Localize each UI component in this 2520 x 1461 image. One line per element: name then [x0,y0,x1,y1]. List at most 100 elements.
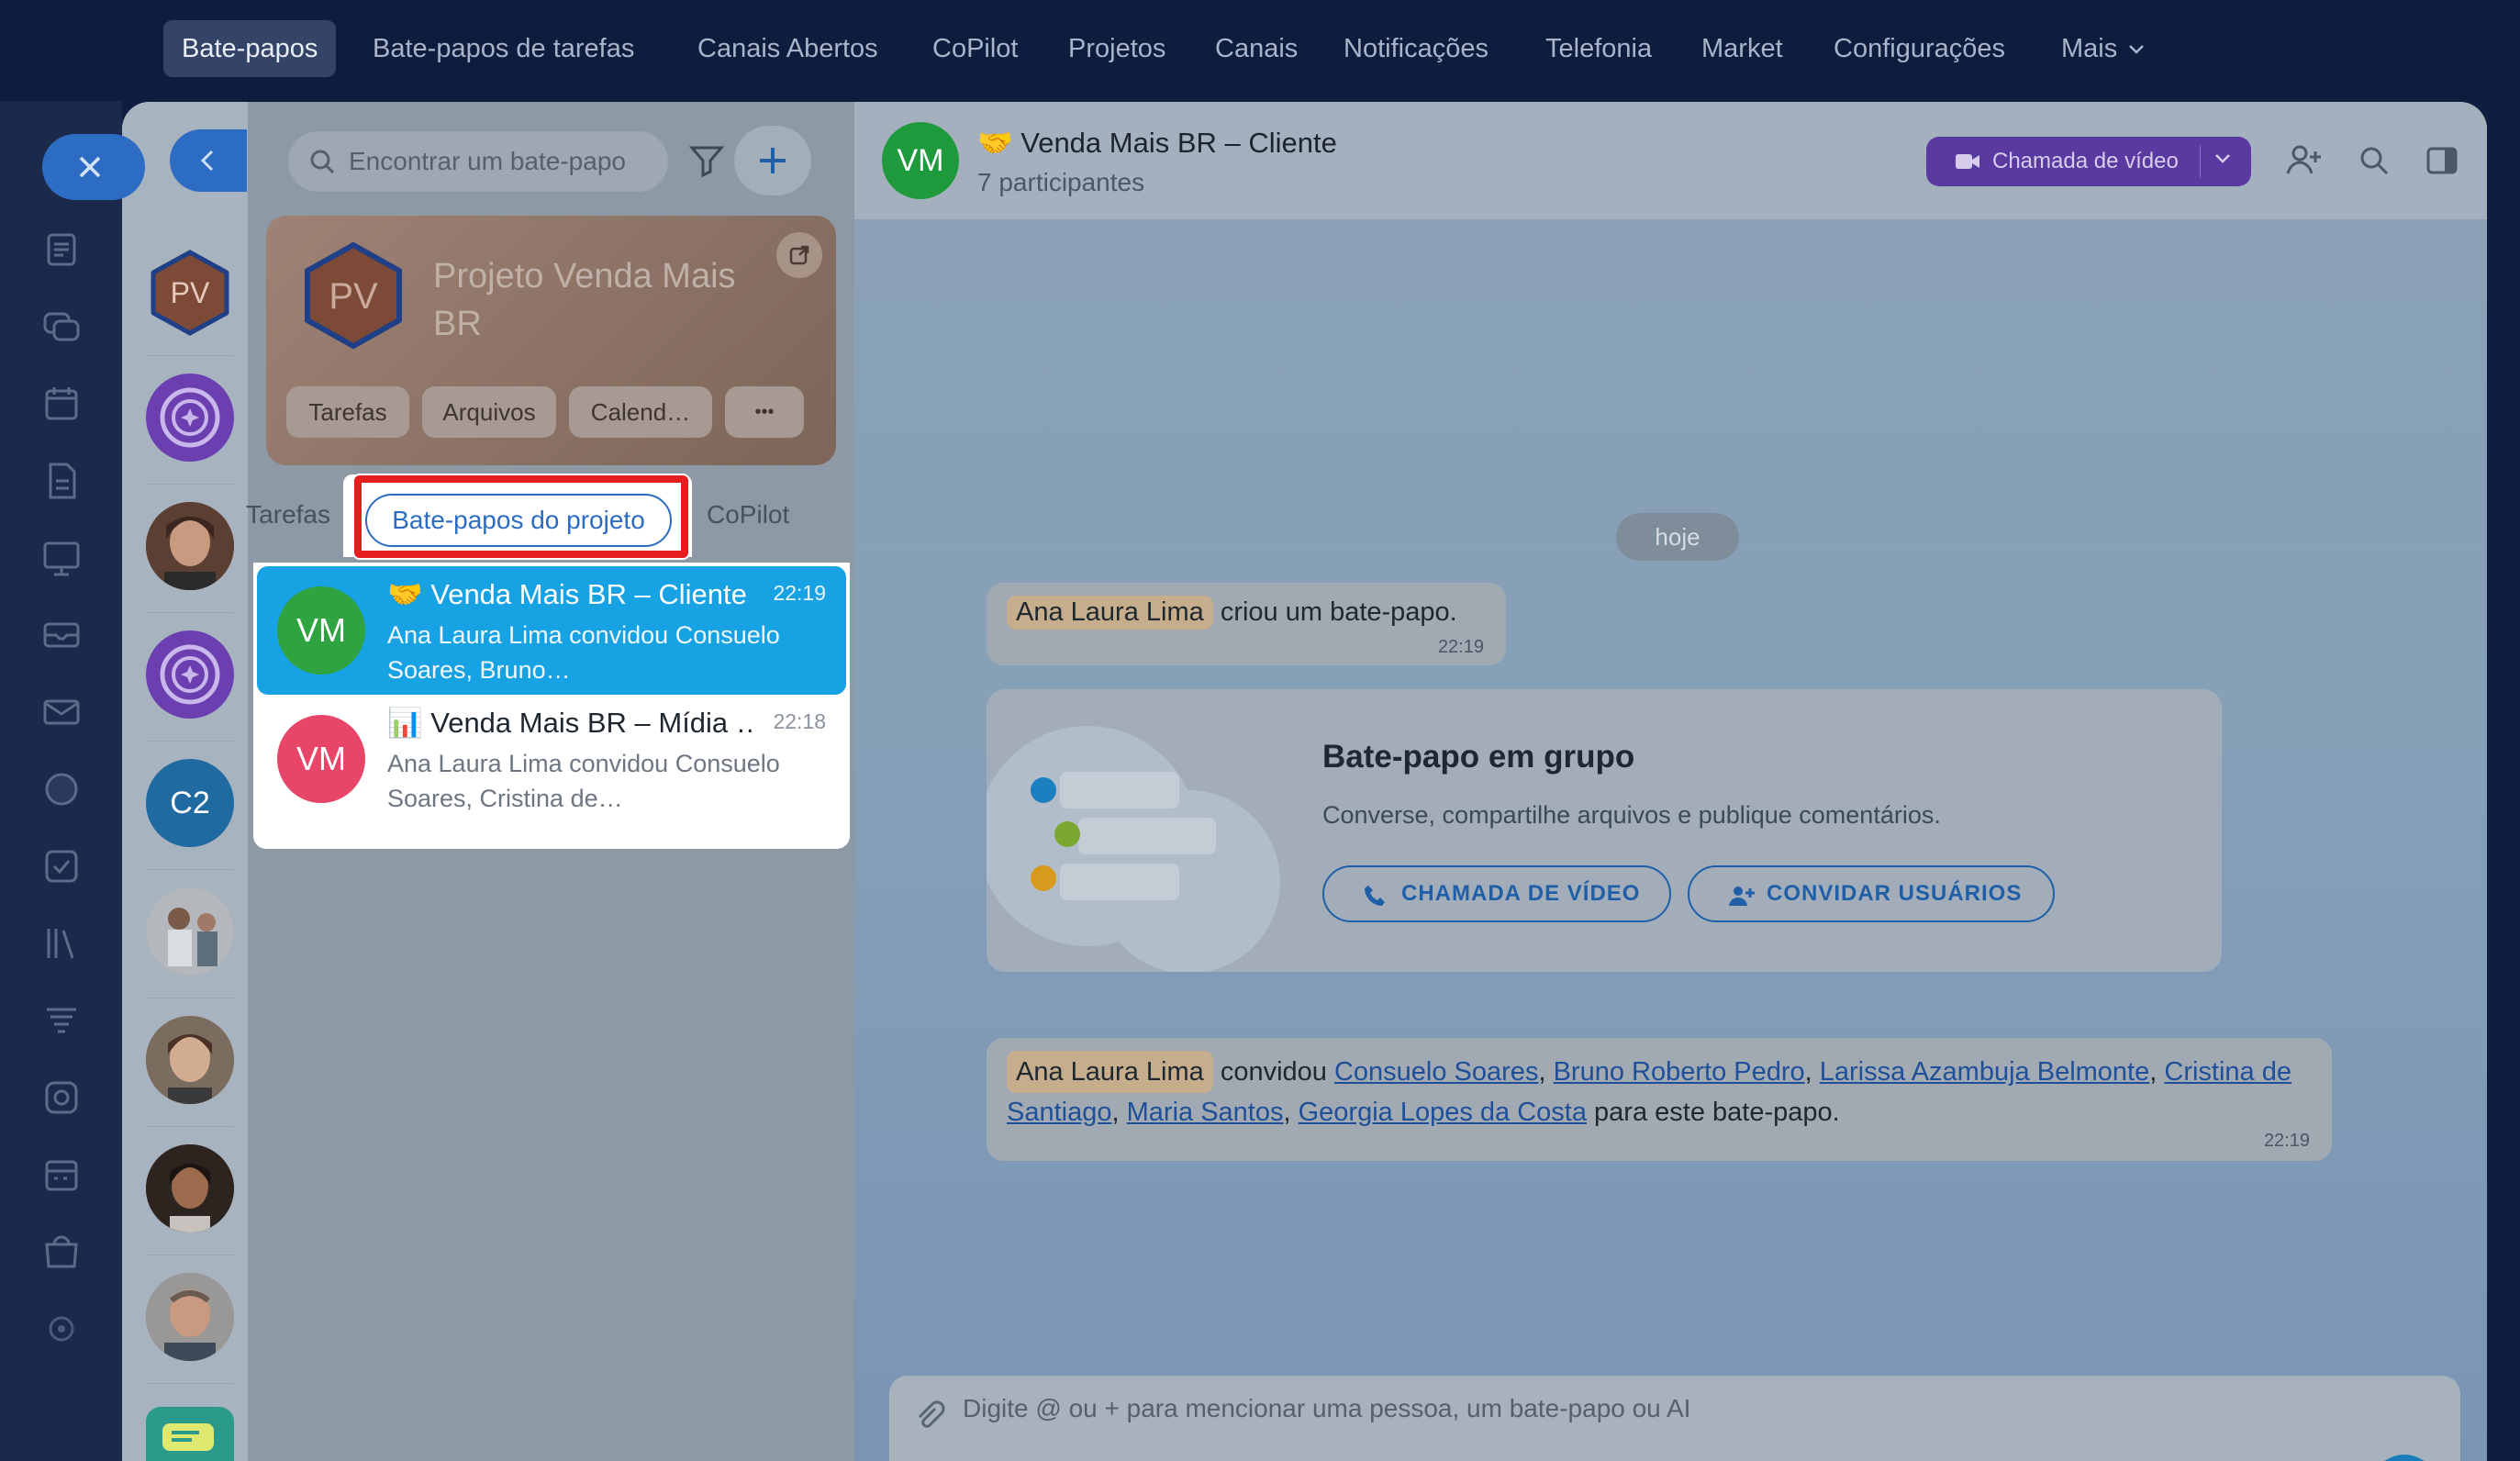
chat-avatar-initials: VM [296,611,346,649]
video-call-button[interactable]: Chamada de vídeo [1926,137,2251,186]
filter-icon[interactable] [688,142,725,179]
search-icon [310,150,335,174]
divider [2200,146,2201,177]
system-message-text: Ana Laura Lima criou um bate-papo. [1007,596,1457,630]
nav-item-canais[interactable]: Canais [1197,20,1316,77]
search-input[interactable] [349,131,652,192]
booking-icon[interactable] [41,1154,82,1195]
message-input[interactable] [963,1394,2064,1440]
divider [146,612,234,613]
invite-verb: convidou [1220,1057,1327,1087]
project-tarefas-button[interactable]: Tarefas [286,386,409,438]
date-separator: hoje [1616,513,1739,561]
svg-text:PV: PV [329,276,378,317]
sites-icon[interactable] [41,1077,82,1118]
user-link[interactable]: Consuelo Soares [1334,1057,1538,1087]
avatar-project[interactable]: PV [146,249,234,337]
project-chat-list: VM 🤝 Venda Mais BR – Cliente 22:19 Ana L… [253,563,850,849]
store-icon[interactable] [41,1232,82,1272]
divider [146,484,234,485]
open-project-button[interactable] [776,232,822,278]
divider [146,355,234,356]
avatar-person[interactable] [146,1016,234,1104]
video-call-card-button[interactable]: CHAMADA DE VÍDEO [1322,865,1671,922]
participants-count[interactable]: 7 participantes [977,168,1144,197]
avatar-initials: C2 [170,785,210,820]
mail-icon[interactable] [41,692,82,732]
nav-item-mais-label: Mais [2061,34,2118,63]
chevron-down-icon[interactable] [2214,153,2231,164]
add-user-icon[interactable] [2286,144,2323,177]
project-arquivos-button[interactable]: Arquivos [422,386,556,438]
search-icon[interactable] [2358,144,2391,177]
invite-users-button[interactable]: CONVIDAR USUÁRIOS [1688,865,2055,922]
nav-item-copilot[interactable]: CoPilot [914,20,1037,77]
group-chat-illustration [987,726,1280,972]
top-navigation: Bate-papos Bate-papos de tarefas Canais … [0,0,2520,101]
tasks-icon[interactable] [41,846,82,887]
project-calendario-button[interactable]: Calend… [569,386,712,438]
chat-list-panel: PV Projeto Venda Mais BR Tarefas Arquivo… [246,102,854,1461]
whiteboard-icon[interactable] [41,538,82,578]
chat-header-initials: VM [897,142,944,178]
nav-item-market[interactable]: Market [1683,20,1801,77]
avatar-person[interactable] [146,1144,234,1232]
avatar-channel[interactable] [146,1407,234,1461]
user-link[interactable]: Larissa Azambuja Belmonte [1820,1057,2149,1087]
chat-title-text: Venda Mais BR – Mídia … [430,707,754,739]
copilot-icon [160,644,220,705]
message-time: 22:19 [1437,637,1484,657]
send-button[interactable] [2370,1455,2438,1461]
avatar-person[interactable] [146,502,234,590]
avatar-copilot[interactable] [146,374,234,462]
user-mention[interactable]: Ana Laura Lima [1007,596,1213,630]
avatar-person[interactable] [146,887,234,976]
avatar-copilot[interactable] [146,630,234,719]
tab-copilot[interactable]: CoPilot [707,500,789,530]
automation-icon[interactable] [41,1000,82,1041]
video-call-card-label: CHAMADA DE VÍDEO [1401,881,1641,906]
group-card-title: Bate-papo em grupo [1322,739,1635,775]
nav-item-bate-papos-tarefas[interactable]: Bate-papos de tarefas [354,20,652,77]
project-title: Projeto Venda Mais BR [433,257,736,343]
chat-preview: Ana Laura Lima convidou Consuelo Soares,… [387,621,780,684]
hexagon-avatar-icon: PV [151,250,229,336]
nav-item-projetos[interactable]: Projetos [1050,20,1184,77]
chat-header-avatar[interactable]: VM [882,122,959,199]
chevron-down-icon [2129,45,2145,54]
projects-icon[interactable] [41,769,82,809]
library-icon[interactable] [41,923,82,964]
close-messenger-button[interactable] [42,134,145,200]
chat-header-title[interactable]: 🤝 Venda Mais BR – Cliente [977,126,1337,160]
feed-icon[interactable] [41,229,82,270]
project-more-button[interactable]: ••• [725,386,804,438]
chat-icon[interactable] [41,307,82,347]
plus-icon [760,148,786,173]
user-mention[interactable]: Ana Laura Lima [1007,1051,1213,1093]
collapse-button[interactable] [170,129,247,192]
nav-item-bate-papos[interactable]: Bate-papos [163,20,337,77]
list-item-chat[interactable]: VM 🤝 Venda Mais BR – Cliente 22:19 Ana L… [257,566,846,695]
nav-item-mais[interactable]: Mais [2043,20,2161,77]
new-chat-button[interactable] [734,126,811,195]
user-link[interactable]: Georgia Lopes da Costa [1299,1098,1587,1127]
nav-item-notificacoes[interactable]: Notificações [1325,20,1507,77]
invite-users-label: CONVIDAR USUÁRIOS [1767,881,2023,906]
user-link[interactable]: Maria Santos [1127,1098,1284,1127]
list-item-chat[interactable]: VM 📊 Venda Mais BR – Mídia … 22:18 Ana L… [257,695,846,823]
sidebar-toggle-icon[interactable] [2425,144,2459,177]
tab-tarefas[interactable]: Tarefas [235,500,330,530]
avatar-c2[interactable]: C2 [146,759,234,847]
nav-item-telefonia[interactable]: Telefonia [1527,20,1670,77]
chat-header: VM 🤝 Venda Mais BR – Cliente 7 participa… [854,102,2487,219]
avatar-person[interactable] [146,1273,234,1361]
inbox-icon[interactable] [41,615,82,655]
document-icon[interactable] [41,461,82,501]
calendar-icon[interactable] [41,384,82,424]
nav-item-canais-abertos[interactable]: Canais Abertos [679,20,897,77]
paperclip-icon[interactable] [913,1400,946,1433]
search-box[interactable] [288,131,668,192]
settings-icon[interactable] [41,1309,82,1349]
nav-item-configuracoes[interactable]: Configurações [1815,20,2024,77]
user-link[interactable]: Bruno Roberto Pedro [1554,1057,1805,1087]
